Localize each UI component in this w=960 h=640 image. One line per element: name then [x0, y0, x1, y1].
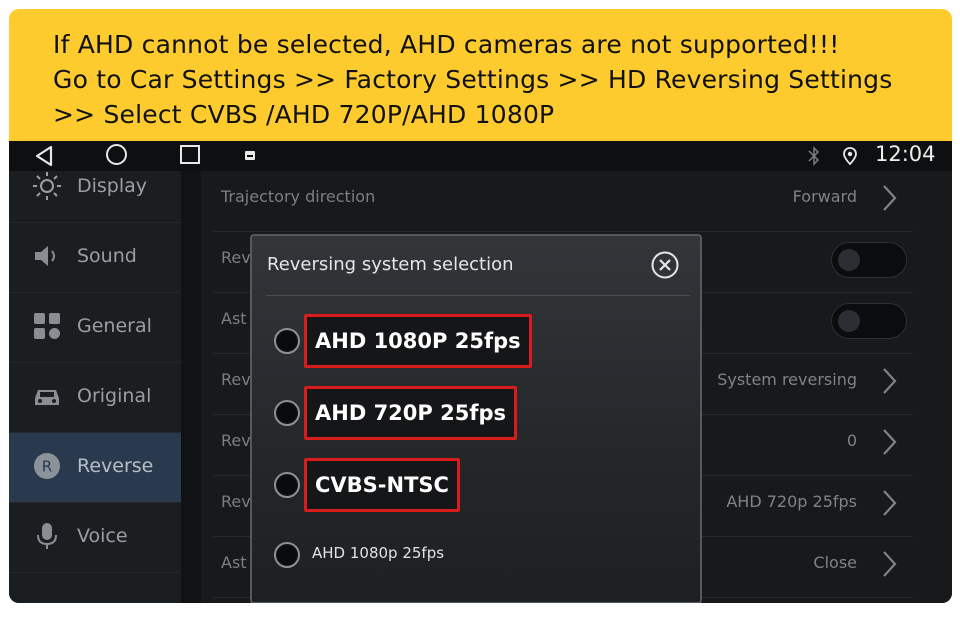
- banner-line-2: Go to Car Settings >> Factory Settings >…: [53, 65, 893, 94]
- reversing-system-dialog: Reversing system selection AHD 1080P 25f…: [250, 234, 702, 603]
- grid-icon: [34, 313, 60, 339]
- chevron-right-icon: [883, 429, 897, 455]
- chevron-right-icon: [883, 185, 897, 211]
- row-value: Forward: [792, 187, 857, 206]
- sidebar-item-label: Display: [77, 175, 148, 197]
- sidebar-item-sound[interactable]: Sound: [9, 223, 181, 293]
- row-label: Rev: [221, 431, 251, 450]
- row-label: Rev: [221, 248, 251, 267]
- chevron-right-icon: [883, 551, 897, 577]
- sun-icon: [33, 172, 61, 200]
- banner-line-3: >> Select CVBS /AHD 720P/AHD 1080P: [53, 100, 555, 129]
- sidebar-item-label: Original: [77, 385, 152, 407]
- option-label-highlighted: AHD 1080P 25fps: [304, 314, 532, 368]
- bluetooth-icon: [808, 146, 820, 166]
- option-label-highlighted: AHD 720P 25fps: [304, 386, 517, 440]
- recents-icon[interactable]: [180, 145, 200, 164]
- microphone-icon: [37, 523, 57, 549]
- chevron-right-icon: [883, 368, 897, 394]
- row-value: System reversing: [717, 370, 857, 389]
- instruction-banner: If AHD cannot be selected, AHD cameras a…: [9, 9, 952, 144]
- svg-text:R: R: [42, 458, 52, 476]
- sidebar-item-reverse[interactable]: R Reverse: [9, 433, 181, 503]
- sidebar-item-voice[interactable]: Voice: [9, 503, 181, 573]
- radio-button[interactable]: [274, 472, 300, 498]
- sidebar-item-label: Voice: [77, 525, 128, 547]
- sidebar-item-label: General: [77, 315, 152, 337]
- dialog-title: Reversing system selection: [267, 254, 514, 275]
- location-icon: [843, 147, 857, 166]
- option-label-highlighted: CVBS-NTSC: [304, 458, 460, 512]
- close-icon[interactable]: [650, 250, 680, 280]
- row-value: AHD 720p 25fps: [726, 492, 857, 511]
- sidebar-item-label: Sound: [77, 245, 137, 267]
- sidebar-item-display[interactable]: Display: [9, 153, 181, 223]
- option-ahd-1080p[interactable]: AHD 1080P 25fps: [274, 314, 534, 368]
- option-label: AHD 1080p 25fps: [312, 544, 445, 562]
- reverse-r-icon: R: [34, 453, 60, 479]
- row-value: Close: [813, 553, 857, 572]
- toggle-switch[interactable]: [831, 242, 907, 278]
- speaker-icon: [35, 246, 55, 266]
- clock: 12:04: [875, 142, 936, 166]
- settings-sidebar: Display Sound General Original R Reverse…: [9, 171, 181, 603]
- sidebar-item-original[interactable]: Original: [9, 363, 181, 433]
- radio-button[interactable]: [274, 542, 300, 568]
- notification-icon: [245, 151, 255, 160]
- toggle-switch[interactable]: [831, 303, 907, 339]
- car-icon: [35, 390, 59, 405]
- row-label: Rev: [221, 492, 251, 511]
- option-ahd-1080p-alt[interactable]: AHD 1080p 25fps: [274, 534, 474, 574]
- sidebar-item-label: Reverse: [77, 455, 154, 477]
- option-ahd-720p[interactable]: AHD 720P 25fps: [274, 386, 534, 440]
- row-value: 0: [846, 431, 857, 450]
- banner-line-1: If AHD cannot be selected, AHD cameras a…: [53, 30, 840, 59]
- option-cvbs-ntsc[interactable]: CVBS-NTSC: [274, 458, 474, 512]
- row-label: Rev: [221, 370, 251, 389]
- chevron-right-icon: [883, 490, 897, 516]
- row-label: Ast: [221, 309, 247, 328]
- radio-button[interactable]: [274, 328, 300, 354]
- row-label: Ast: [221, 553, 247, 572]
- dialog-divider: [266, 295, 690, 296]
- sidebar-item-general[interactable]: General: [9, 293, 181, 363]
- radio-button[interactable]: [274, 400, 300, 426]
- row-label: Trajectory direction: [221, 187, 376, 206]
- head-unit-screen: 12:04 Display Sound General Original R R…: [9, 141, 952, 603]
- list-row[interactable]: Trajectory direction Forward: [213, 171, 913, 232]
- panel-divider: [181, 171, 201, 603]
